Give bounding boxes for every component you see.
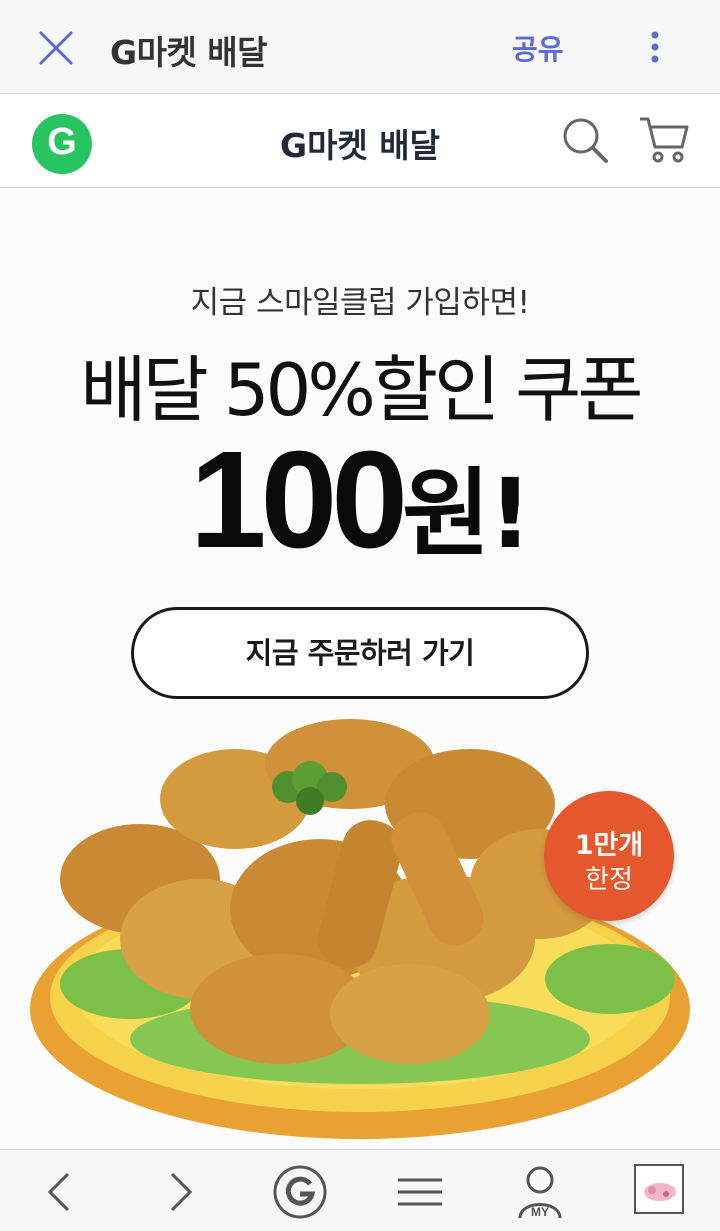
bottom-navigation: MY xyxy=(0,1149,720,1231)
fried-chicken-image xyxy=(30,719,690,1139)
cart-button[interactable] xyxy=(638,115,690,165)
my-label: MY xyxy=(531,1205,549,1219)
my-page-icon: MY xyxy=(518,1166,562,1219)
badge-line1: 1만개 xyxy=(574,830,644,861)
webview-title: G마켓 배달 xyxy=(110,33,268,72)
chevron-left-icon xyxy=(47,1172,70,1212)
forward-button[interactable] xyxy=(148,1162,212,1222)
badge-line2: 한정 xyxy=(585,865,633,895)
price-unit: 원! xyxy=(402,458,532,570)
more-vertical-icon xyxy=(651,31,659,63)
g-home-icon xyxy=(273,1165,327,1219)
promo-banner[interactable]: 지금 스마일클럽 가입하면! 배달 50%할인 쿠폰 100원! 지금 주문하러… xyxy=(0,189,720,1149)
banner-subtitle: 지금 스마일클럽 가입하면! xyxy=(190,285,530,321)
price-number: 100 xyxy=(189,423,408,577)
share-button[interactable]: 공유 xyxy=(512,28,564,68)
tabs-button[interactable] xyxy=(634,1160,684,1214)
back-button[interactable] xyxy=(28,1162,92,1222)
page-title: G마켓 배달 xyxy=(279,126,440,165)
site-header: G G마켓 배달 xyxy=(0,95,720,188)
home-button[interactable] xyxy=(268,1162,332,1222)
limited-badge: 1만개 한정 xyxy=(544,791,674,921)
hamburger-menu-icon xyxy=(398,1178,442,1206)
cart-icon xyxy=(640,117,689,163)
search-icon xyxy=(563,118,608,163)
webview-topbar: G마켓 배달 공유 xyxy=(0,0,720,94)
my-page-button[interactable]: MY xyxy=(508,1162,572,1222)
chevron-right-icon xyxy=(170,1172,193,1212)
search-button[interactable] xyxy=(560,115,610,165)
order-now-button[interactable]: 지금 주문하러 가기 xyxy=(131,607,589,699)
close-button[interactable] xyxy=(36,28,76,68)
tabs-icon xyxy=(640,1160,678,1201)
close-icon xyxy=(38,30,74,66)
menu-button[interactable] xyxy=(388,1162,452,1222)
more-button[interactable] xyxy=(645,30,665,66)
banner-price: 100원! xyxy=(0,421,720,580)
